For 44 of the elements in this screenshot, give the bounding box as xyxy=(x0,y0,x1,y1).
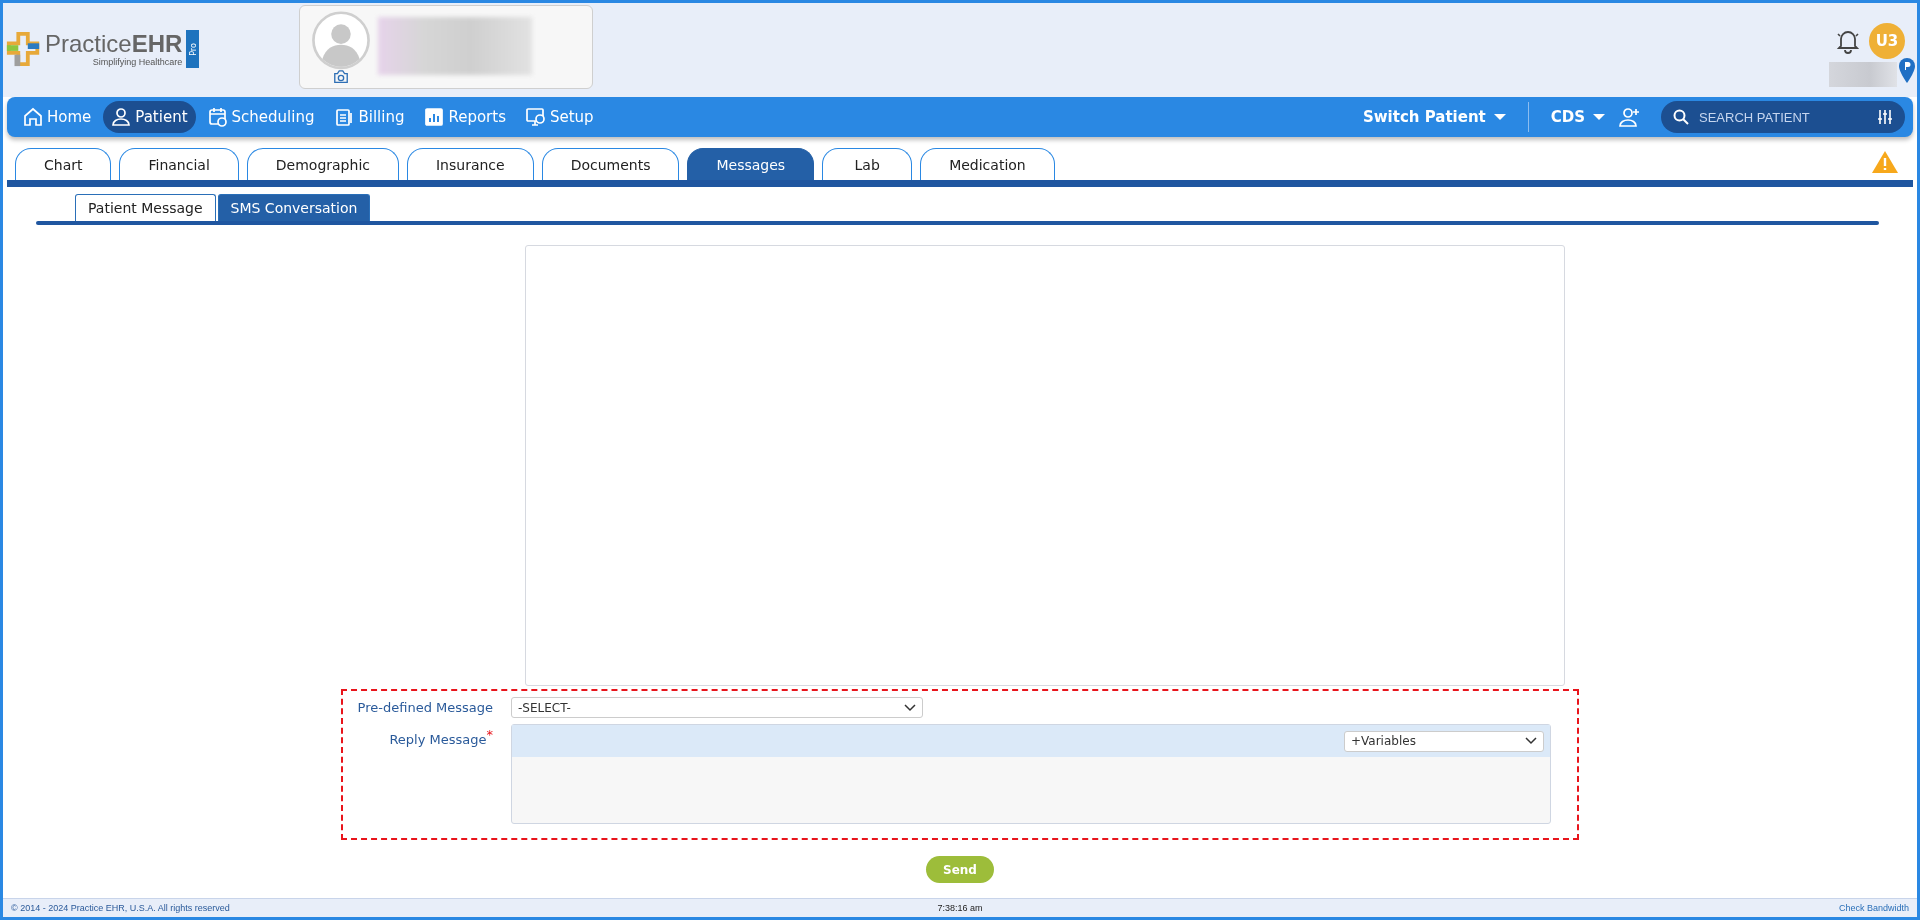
search-icon xyxy=(1673,109,1689,125)
add-person-icon[interactable] xyxy=(1619,106,1641,128)
field-label: Pre-defined Message xyxy=(356,699,493,715)
tab[interactable]: Medication xyxy=(920,148,1055,180)
copyright-text: © 2014 - 2024 Practice EHR, U.S.A. All rights reserved xyxy=(11,903,231,913)
reply-message-box[interactable]: +Variables xyxy=(511,724,1551,824)
logo-wordmark: PracticeEHR xyxy=(45,31,183,57)
monitor-icon xyxy=(526,107,546,127)
clipboard-icon xyxy=(334,107,355,127)
tab[interactable]: Financial xyxy=(119,148,239,180)
search-bar[interactable]: SEARCH PATIENT xyxy=(1661,101,1905,133)
person-icon xyxy=(111,107,132,127)
bar-chart-icon xyxy=(424,107,445,127)
switch-patient-dropdown[interactable]: Switch Patient xyxy=(1352,104,1516,130)
subtab[interactable]: SMS Conversation xyxy=(217,194,371,221)
blurred-label xyxy=(1829,62,1897,87)
tab[interactable]: Documents xyxy=(541,148,680,180)
filter-sliders-icon[interactable] xyxy=(1877,109,1893,125)
nav-item[interactable]: Patient xyxy=(103,101,196,133)
tab[interactable]: Messages xyxy=(687,148,815,180)
chevron-down-icon xyxy=(1525,737,1537,745)
camera-icon[interactable] xyxy=(332,69,351,83)
chevron-down-icon xyxy=(904,703,916,712)
cds-dropdown[interactable]: CDS xyxy=(1540,104,1615,130)
nav-item[interactable]: Billing xyxy=(326,101,413,133)
edition-badge: Pro xyxy=(186,30,200,68)
tab[interactable]: Chart xyxy=(15,148,112,180)
logo-tagline: Simplifying Healthcare xyxy=(92,57,183,67)
nav-item[interactable]: Reports xyxy=(416,101,514,133)
tab[interactable]: Insurance xyxy=(406,148,534,180)
nav-item[interactable]: Setup xyxy=(518,101,602,133)
search-field[interactable]: SEARCH PATIENT xyxy=(1697,108,1869,126)
tab[interactable]: Demographic xyxy=(246,148,399,180)
variables-dropdown[interactable]: +Variables xyxy=(1344,730,1544,752)
clock-time: 7:38:16 am xyxy=(937,903,983,913)
nav-item[interactable]: Scheduling xyxy=(199,101,323,133)
nav-item[interactable]: Home xyxy=(15,101,100,133)
home-icon xyxy=(23,107,43,127)
subtab[interactable]: Patient Message xyxy=(75,194,216,221)
calendar-icon xyxy=(207,107,228,127)
check-bandwidth-link[interactable]: Check Bandwidth xyxy=(1509,903,1909,913)
tab[interactable]: Lab xyxy=(822,148,913,180)
predefined-message-dropdown[interactable]: -SELECT- xyxy=(511,697,923,718)
bell-icon[interactable] xyxy=(1835,28,1861,54)
